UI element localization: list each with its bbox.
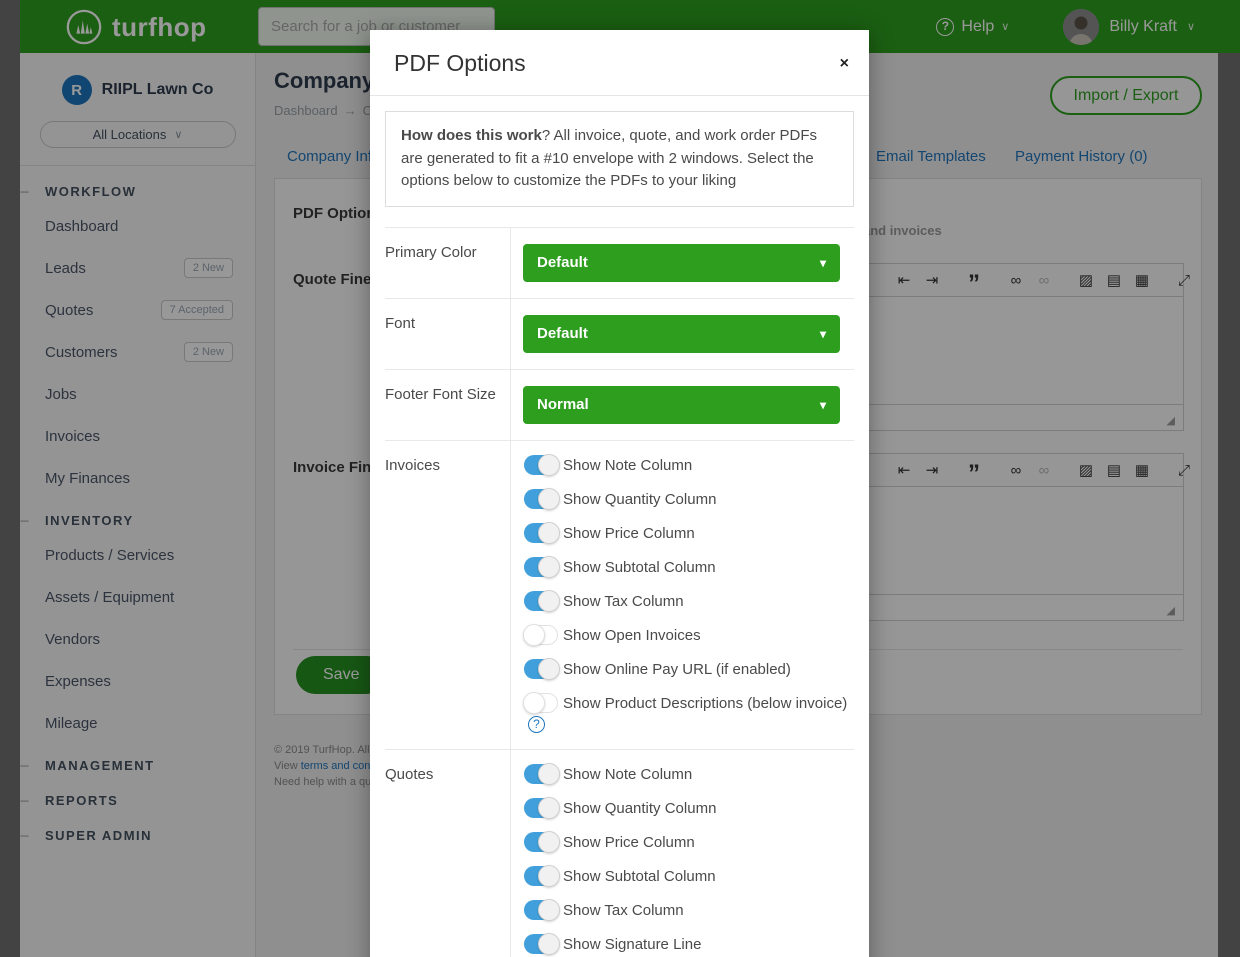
help-icon[interactable]: ? bbox=[528, 716, 545, 733]
modal-intro-bold: How does this work bbox=[401, 127, 542, 144]
toggle-label: Show Product Descriptions (below invoice… bbox=[563, 695, 847, 712]
toggle-label: Show Signature Line bbox=[563, 936, 701, 953]
toggle-show-price-column[interactable] bbox=[524, 523, 558, 543]
toggle-knob bbox=[538, 556, 560, 578]
toggle-row: Show Price Column bbox=[523, 832, 854, 853]
toggle-label: Show Quantity Column bbox=[563, 800, 716, 817]
modal-row-control: Show Note Column Show Quantity Column Show… bbox=[511, 750, 854, 957]
modal-row-quotes: Quotes Show Note Column Show Quantity Colu… bbox=[385, 749, 854, 957]
footer-font-size-select[interactable]: Normal ▾ bbox=[523, 386, 840, 424]
select-value: Default bbox=[537, 254, 588, 271]
toggle-show-subtotal-column[interactable] bbox=[524, 557, 558, 577]
modal-row-control: Normal ▾ bbox=[511, 370, 854, 440]
toggle-knob bbox=[538, 454, 560, 476]
modal-row-control: Show Note Column Show Quantity Column Show… bbox=[511, 441, 854, 749]
modal-row-label: Footer Font Size bbox=[385, 370, 511, 440]
toggle-row: Show Price Column bbox=[523, 523, 854, 544]
toggle-show-quantity-column[interactable] bbox=[524, 798, 558, 818]
toggle-knob bbox=[538, 522, 560, 544]
toggle-knob bbox=[538, 590, 560, 612]
toggle-label: Show Online Pay URL (if enabled) bbox=[563, 661, 791, 678]
chevron-down-icon: ▾ bbox=[820, 398, 826, 412]
modal-row-label: Invoices bbox=[385, 441, 511, 749]
select-value: Default bbox=[537, 325, 588, 342]
toggle-label: Show Tax Column bbox=[563, 902, 684, 919]
toggle-knob bbox=[538, 831, 560, 853]
modal-rows: Primary ColorDefault▾FontDefault▾Footer … bbox=[385, 227, 854, 957]
toggle-row: Show Online Pay URL (if enabled) bbox=[523, 659, 854, 680]
toggle-label: Show Note Column bbox=[563, 766, 692, 783]
toggle-row: Show Subtotal Column bbox=[523, 557, 854, 578]
toggle-show-quantity-column[interactable] bbox=[524, 489, 558, 509]
modal-row-label: Primary Color bbox=[385, 228, 511, 298]
toggle-show-tax-column[interactable] bbox=[524, 900, 558, 920]
modal-row-footer-font-size: Footer Font Size Normal ▾ bbox=[385, 369, 854, 440]
toggle-row: Show Product Descriptions (below invoice… bbox=[523, 693, 854, 735]
modal-row-label: Quotes bbox=[385, 750, 511, 957]
close-icon[interactable]: × bbox=[840, 56, 849, 72]
toggle-label: Show Open Invoices bbox=[563, 627, 701, 644]
toggle-label: Show Tax Column bbox=[563, 593, 684, 610]
toggle-show-note-column[interactable] bbox=[524, 455, 558, 475]
toggle-knob bbox=[538, 763, 560, 785]
modal-title: PDF Options bbox=[394, 50, 845, 77]
toggle-knob bbox=[538, 865, 560, 887]
primary-color-select[interactable]: Default ▾ bbox=[523, 244, 840, 282]
modal-row-label: Font bbox=[385, 299, 511, 369]
toggle-knob bbox=[523, 692, 545, 714]
toggle-row: Show Open Invoices bbox=[523, 625, 854, 646]
toggle-row: Show Note Column bbox=[523, 764, 854, 785]
toggle-label: Show Note Column bbox=[563, 457, 692, 474]
toggle-label: Show Subtotal Column bbox=[563, 559, 716, 576]
toggle-knob bbox=[538, 797, 560, 819]
toggle-show-open-invoices[interactable] bbox=[524, 625, 558, 645]
modal-row-primary-color: Primary Color Default ▾ bbox=[385, 227, 854, 298]
toggle-knob bbox=[523, 624, 545, 646]
toggle-row: Show Tax Column bbox=[523, 900, 854, 921]
toggle-knob bbox=[538, 933, 560, 955]
toggle-label: Show Quantity Column bbox=[563, 491, 716, 508]
toggle-row: Show Signature Line bbox=[523, 934, 854, 955]
toggle-label: Show Price Column bbox=[563, 834, 695, 851]
pdf-options-modal: PDF Options × How does this work? All in… bbox=[370, 30, 869, 957]
toggle-show-subtotal-column[interactable] bbox=[524, 866, 558, 886]
modal-intro: How does this work? All invoice, quote, … bbox=[385, 111, 854, 207]
toggle-show-note-column[interactable] bbox=[524, 764, 558, 784]
modal-row-font: Font Default ▾ bbox=[385, 298, 854, 369]
chevron-down-icon: ▾ bbox=[820, 327, 826, 341]
select-value: Normal bbox=[537, 396, 589, 413]
toggle-knob bbox=[538, 899, 560, 921]
toggle-row: Show Note Column bbox=[523, 455, 854, 476]
toggle-row: Show Subtotal Column bbox=[523, 866, 854, 887]
toggle-show-price-column[interactable] bbox=[524, 832, 558, 852]
toggle-label: Show Subtotal Column bbox=[563, 868, 716, 885]
toggle-knob bbox=[538, 488, 560, 510]
font-select[interactable]: Default ▾ bbox=[523, 315, 840, 353]
modal-row-invoices: Invoices Show Note Column Show Quantity Co… bbox=[385, 440, 854, 749]
toggle-show-tax-column[interactable] bbox=[524, 591, 558, 611]
toggle-show-product-descriptions-below-invoice[interactable] bbox=[524, 693, 558, 713]
chevron-down-icon: ▾ bbox=[820, 256, 826, 270]
toggle-row: Show Quantity Column bbox=[523, 489, 854, 510]
toggle-row: Show Tax Column bbox=[523, 591, 854, 612]
toggle-row: Show Quantity Column bbox=[523, 798, 854, 819]
toggle-show-signature-line[interactable] bbox=[524, 934, 558, 954]
modal-row-control: Default ▾ bbox=[511, 299, 854, 369]
toggle-show-online-pay-url-if-enabled[interactable] bbox=[524, 659, 558, 679]
modal-row-control: Default ▾ bbox=[511, 228, 854, 298]
toggle-knob bbox=[538, 658, 560, 680]
toggle-label: Show Price Column bbox=[563, 525, 695, 542]
